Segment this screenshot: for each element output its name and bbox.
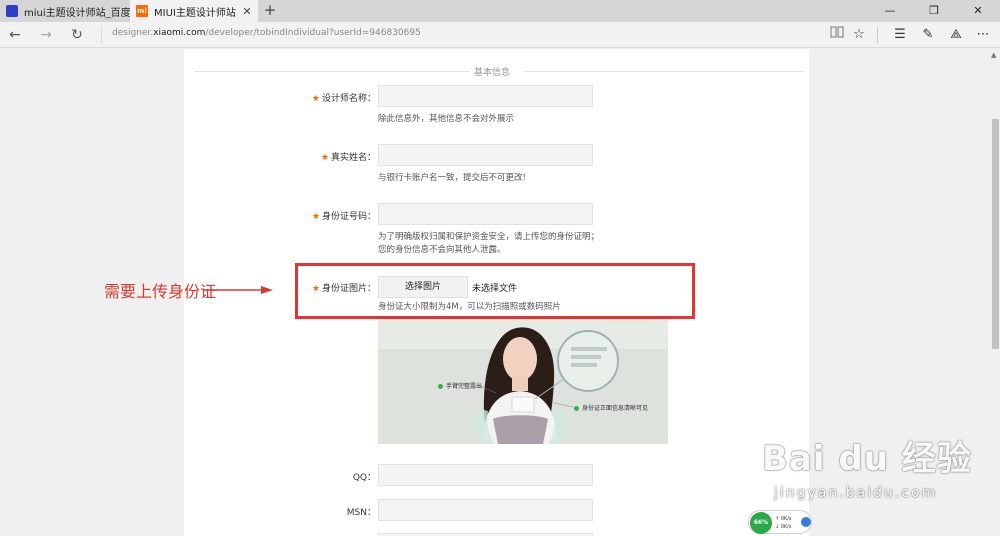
mi-logo-icon: mi <box>136 5 148 17</box>
upload-id-note: 需要上传身份证 <box>104 282 217 301</box>
tab-baidu-search[interactable]: miui主题设计师站_百度搜索 <box>0 0 130 22</box>
usage-percent: 66% <box>750 512 772 534</box>
back-icon[interactable]: ← <box>5 25 25 45</box>
upload-speed-value: 0K/s <box>780 516 792 522</box>
hub-icon[interactable]: ☰ <box>890 25 910 45</box>
annotation-card: 身份证正面信息清晰可见 <box>574 403 648 412</box>
required-star-icon: ★ <box>311 212 320 222</box>
download-speed-value: 0K/s <box>780 524 792 530</box>
annotation-text: 身份证正面信息清晰可见 <box>582 405 649 412</box>
tab-miui-designer[interactable]: mi MIUI主题设计师站 ✕ <box>130 0 258 22</box>
divider <box>524 71 804 72</box>
pointer-arrow-icon <box>203 286 273 294</box>
required-star-icon: ★ <box>320 153 329 163</box>
designer-name-label: ★ 设计师名称： <box>304 91 376 104</box>
green-dot-icon <box>438 384 443 389</box>
close-tab-icon[interactable]: ✕ <box>240 5 254 18</box>
real-name-label: ★ 真实姓名： <box>304 150 376 163</box>
share-icon[interactable]: ⟁ <box>946 25 966 45</box>
tab-title: MIUI主题设计师站 <box>154 7 236 19</box>
new-tab-button[interactable]: + <box>262 1 278 19</box>
more-icon[interactable]: ⋯ <box>973 25 993 45</box>
watermark-sub: jingyan.baidu.com <box>774 485 938 501</box>
required-star-icon: ★ <box>311 94 320 104</box>
divider <box>194 71 470 72</box>
browser-tab-bar: miui主题设计师站_百度搜索 mi MIUI主题设计师站 ✕ + — ❐ ✕ <box>0 0 1000 22</box>
minimize-icon[interactable]: — <box>868 0 912 22</box>
url-field[interactable]: designer.xiaomi.com/developer/tobindIndi… <box>112 28 421 38</box>
url-prefix: designer. <box>112 28 154 38</box>
annotation-text: 手臂完整露出 <box>446 383 483 390</box>
registration-form: 基本信息 ★ 设计师名称： 除此信息外，其他信息不会对外展示 ★ 真实姓名： 与银行… <box>184 49 809 536</box>
refresh-icon[interactable]: ↻ <box>67 25 87 45</box>
close-window-icon[interactable]: ✕ <box>956 0 1000 22</box>
label-text: 设计师名称： <box>321 94 376 104</box>
real-name-hint: 与银行卡账户名一致，提交后不可更改! <box>378 173 526 183</box>
msn-label: MSN： <box>346 508 376 518</box>
highlight-box <box>295 263 695 319</box>
id-number-hint-2: 您的身份信息不会向其他人泄露。 <box>378 245 506 255</box>
id-number-hint-1: 为了明确版权归属和保护资金安全，请上传您的身份证明； <box>378 232 600 242</box>
address-bar: ← → ↻ designer.xiaomi.com/developer/tobi… <box>0 22 1000 48</box>
network-speed-widget[interactable]: 66% ↑ 0K/s ↓ 0K/s <box>748 510 812 534</box>
reading-view-icon[interactable] <box>827 25 847 45</box>
accelerator-icon <box>801 517 811 527</box>
green-dot-icon <box>574 406 579 411</box>
id-number-input[interactable] <box>378 203 593 225</box>
forward-icon[interactable]: → <box>36 25 56 45</box>
maximize-icon[interactable]: ❐ <box>912 0 956 22</box>
sample-photo-illustration <box>378 319 668 444</box>
divider <box>877 27 878 43</box>
label-text: 身份证号码： <box>321 212 376 222</box>
download-speed: ↓ 0K/s <box>775 524 792 530</box>
scroll-up-icon[interactable]: ▲ <box>991 51 996 59</box>
section-title: 基本信息 <box>474 68 511 78</box>
tab-title: miui主题设计师站_百度搜索 <box>24 7 130 19</box>
msn-input[interactable] <box>378 499 593 521</box>
baidu-paw-icon <box>6 5 18 17</box>
designer-name-input[interactable] <box>378 85 593 107</box>
real-name-input[interactable] <box>378 144 593 166</box>
url-path: /developer/tobindIndividual?userId=94683… <box>205 28 421 38</box>
web-note-icon[interactable]: ✎ <box>918 25 938 45</box>
url-domain: xiaomi.com <box>153 28 206 38</box>
scroll-thumb[interactable] <box>992 119 999 349</box>
qq-input[interactable] <box>378 464 593 486</box>
favorite-star-icon[interactable]: ☆ <box>849 25 869 45</box>
label-text: 真实姓名： <box>330 153 376 163</box>
qq-label: QQ： <box>352 473 376 483</box>
annotation-arm: 手臂完整露出 <box>438 381 482 390</box>
upload-speed: ↑ 0K/s <box>775 516 792 522</box>
divider <box>101 26 102 44</box>
id-number-label: ★ 身份证号码： <box>304 209 376 222</box>
watermark-main: Bai du 经验 <box>762 439 972 479</box>
designer-name-hint: 除此信息外，其他信息不会对外展示 <box>378 114 515 124</box>
id-photo-sample-image: 手臂完整露出 身份证正面信息清晰可见 <box>378 319 668 444</box>
vertical-scrollbar[interactable]: ▲ <box>990 49 1000 536</box>
